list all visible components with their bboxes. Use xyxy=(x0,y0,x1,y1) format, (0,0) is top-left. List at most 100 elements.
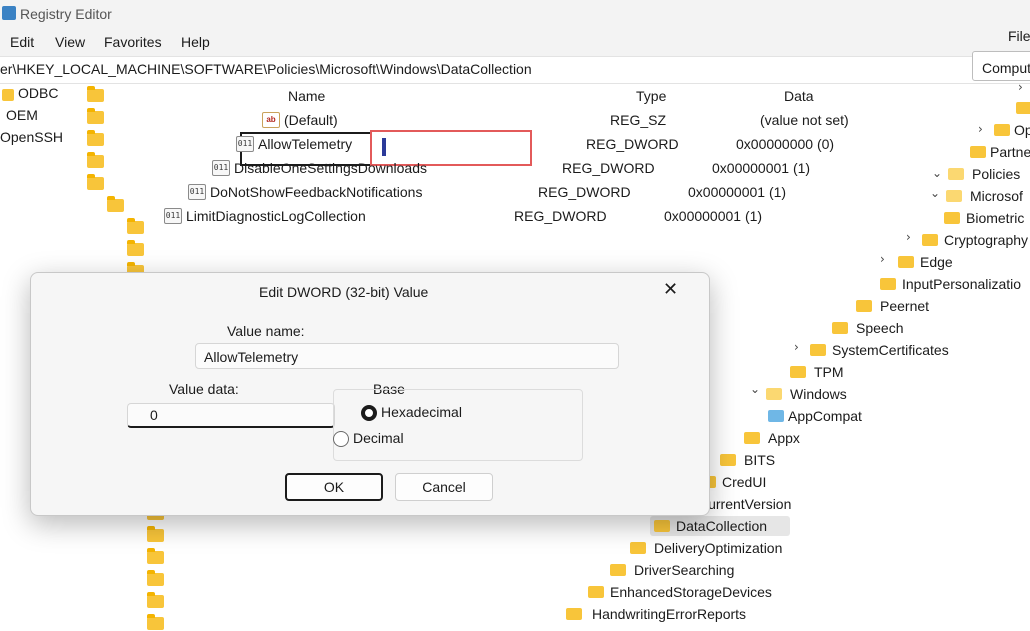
value-row-data: 0x00000001 (1) xyxy=(664,208,763,224)
dword-value-icon: 011 xyxy=(188,184,206,200)
dword-value-icon: 011 xyxy=(164,208,182,224)
tree-item-bits[interactable]: BITS xyxy=(744,452,775,468)
folder-icon xyxy=(147,570,164,586)
tree-item-appx[interactable]: Appx xyxy=(768,430,800,446)
folder-icon xyxy=(87,86,104,102)
tree-item-odbc[interactable]: ODBC xyxy=(18,85,58,101)
menu-view[interactable]: View xyxy=(55,34,85,50)
folder-icon xyxy=(832,322,848,334)
tree-item-cryptography[interactable]: Cryptography xyxy=(944,232,1028,248)
tree-item-credui[interactable]: CredUI xyxy=(722,474,766,490)
folder-icon xyxy=(790,366,806,378)
value-row-name[interactable]: (Default) xyxy=(284,112,338,128)
folder-icon xyxy=(810,344,826,356)
menu-favorites[interactable]: Favorites xyxy=(104,34,162,50)
hexadecimal-radio[interactable] xyxy=(361,405,377,421)
title-bar: Registry Editor xyxy=(0,0,1030,28)
window-title: Registry Editor xyxy=(20,6,112,22)
tree-item-edge[interactable]: Edge xyxy=(920,254,953,270)
address-bar[interactable]: er\HKEY_LOCAL_MACHINE\SOFTWARE\Policies\… xyxy=(0,51,1030,84)
decimal-radio[interactable] xyxy=(333,431,349,447)
folder-icon xyxy=(880,278,896,290)
tree-item-peernet[interactable]: Peernet xyxy=(880,298,929,314)
tree-item-currentversion[interactable]: CurrentVersion xyxy=(698,496,791,512)
folder-icon xyxy=(970,146,986,158)
value-name-label: Value name: xyxy=(227,323,305,339)
value-row-type: REG_DWORD xyxy=(538,184,631,200)
decimal-label[interactable]: Decimal xyxy=(353,430,404,446)
tree-item-handwritingerrorreports[interactable]: HandwritingErrorReports xyxy=(592,606,746,622)
tree-item-tpm[interactable]: TPM xyxy=(814,364,844,380)
tree-item-policies[interactable]: Policies xyxy=(972,166,1020,182)
menu-edit[interactable]: Edit xyxy=(10,34,34,50)
menu-file-right[interactable]: File xyxy=(1008,28,1030,44)
tree-item-deliveryoptimization[interactable]: DeliveryOptimization xyxy=(654,540,782,556)
value-row-type: REG_DWORD xyxy=(562,160,655,176)
value-row-name[interactable]: LimitDiagnosticLogCollection xyxy=(186,208,366,224)
folder-icon xyxy=(87,108,104,124)
tree-folder-icon xyxy=(2,89,14,101)
column-header-name[interactable]: Name xyxy=(288,88,325,104)
tree-item-driversearching[interactable]: DriverSearching xyxy=(634,562,734,578)
chevron-right-icon[interactable]: › xyxy=(906,230,911,244)
value-row-name[interactable]: AllowTelemetry xyxy=(258,136,352,152)
address-path[interactable]: er\HKEY_LOCAL_MACHINE\SOFTWARE\Policies\… xyxy=(0,61,532,77)
tree-item-windows[interactable]: Windows xyxy=(790,386,847,402)
folder-open-icon xyxy=(766,388,782,400)
folder-icon xyxy=(147,526,164,542)
value-row-type: REG_DWORD xyxy=(586,136,679,152)
tree-item-datacollection[interactable]: DataCollection xyxy=(676,518,767,534)
folder-icon xyxy=(768,410,784,422)
tree-item-openssh[interactable]: OpenSSH xyxy=(0,129,63,145)
menu-bar: Edit View Favorites Help File xyxy=(0,28,1030,56)
cancel-button[interactable]: Cancel xyxy=(395,473,493,501)
folder-icon xyxy=(856,300,872,312)
tree-item-systemcertificates[interactable]: SystemCertificates xyxy=(832,342,949,358)
address-right-box[interactable]: Compute xyxy=(972,51,1030,81)
chevron-right-icon[interactable]: › xyxy=(1018,80,1023,94)
tree-item-op[interactable]: Op xyxy=(1014,122,1030,138)
dword-value-icon: 011 xyxy=(212,160,230,176)
chevron-right-icon[interactable]: › xyxy=(794,340,799,354)
menu-help[interactable]: Help xyxy=(181,34,210,50)
value-row-type: REG_SZ xyxy=(610,112,667,128)
close-icon[interactable]: ✕ xyxy=(663,279,678,300)
folder-icon xyxy=(566,608,582,620)
edit-dword-dialog: Edit DWORD (32-bit) Value ✕ Value name: … xyxy=(30,272,710,516)
value-row-type: REG_DWORD xyxy=(514,208,607,224)
folder-icon xyxy=(1016,102,1030,114)
tree-item-microsoft[interactable]: Microsof xyxy=(970,188,1023,204)
folder-icon xyxy=(944,212,960,224)
folder-icon xyxy=(588,586,604,598)
folder-icon xyxy=(107,196,124,212)
value-row-data: (value not set) xyxy=(760,112,849,128)
folder-open-icon xyxy=(948,168,964,180)
value-name-field[interactable]: AllowTelemetry xyxy=(195,343,619,369)
folder-icon xyxy=(147,592,164,608)
folder-icon xyxy=(87,130,104,146)
tree-item-oem[interactable]: OEM xyxy=(6,107,38,123)
tree-item-appcompat[interactable]: AppCompat xyxy=(788,408,862,424)
chevron-right-icon[interactable]: › xyxy=(880,252,885,266)
value-row-data: 0x00000000 (0) xyxy=(736,136,835,152)
chevron-right-icon[interactable]: › xyxy=(978,122,983,136)
column-header-type[interactable]: Type xyxy=(636,88,666,104)
ok-button[interactable]: OK xyxy=(285,473,383,501)
tree-item-partner[interactable]: Partne xyxy=(990,144,1030,160)
folder-icon xyxy=(610,564,626,576)
tree-item-enhancedstoragedevices[interactable]: EnhancedStorageDevices xyxy=(610,584,772,600)
column-header-data[interactable]: Data xyxy=(784,88,814,104)
value-row-name[interactable]: DisableOneSettingsDownloads xyxy=(234,160,427,176)
value-row-name[interactable]: DoNotShowFeedbackNotifications xyxy=(210,184,422,200)
tree-item-speech[interactable]: Speech xyxy=(856,320,903,336)
chevron-down-icon[interactable]: ⌄ xyxy=(932,166,942,180)
tree-item-inputpersonalization[interactable]: InputPersonalizatio xyxy=(902,276,1021,292)
hexadecimal-label[interactable]: Hexadecimal xyxy=(381,404,462,420)
chevron-down-icon[interactable]: ⌄ xyxy=(750,382,760,396)
tree-item-biometrics[interactable]: Biometric xyxy=(966,210,1024,226)
chevron-down-icon[interactable]: ⌄ xyxy=(930,186,940,200)
value-data-field[interactable]: 0 xyxy=(127,403,335,428)
folder-icon xyxy=(994,124,1010,136)
value-data-text: 0 xyxy=(150,407,158,423)
folder-icon xyxy=(127,218,144,234)
